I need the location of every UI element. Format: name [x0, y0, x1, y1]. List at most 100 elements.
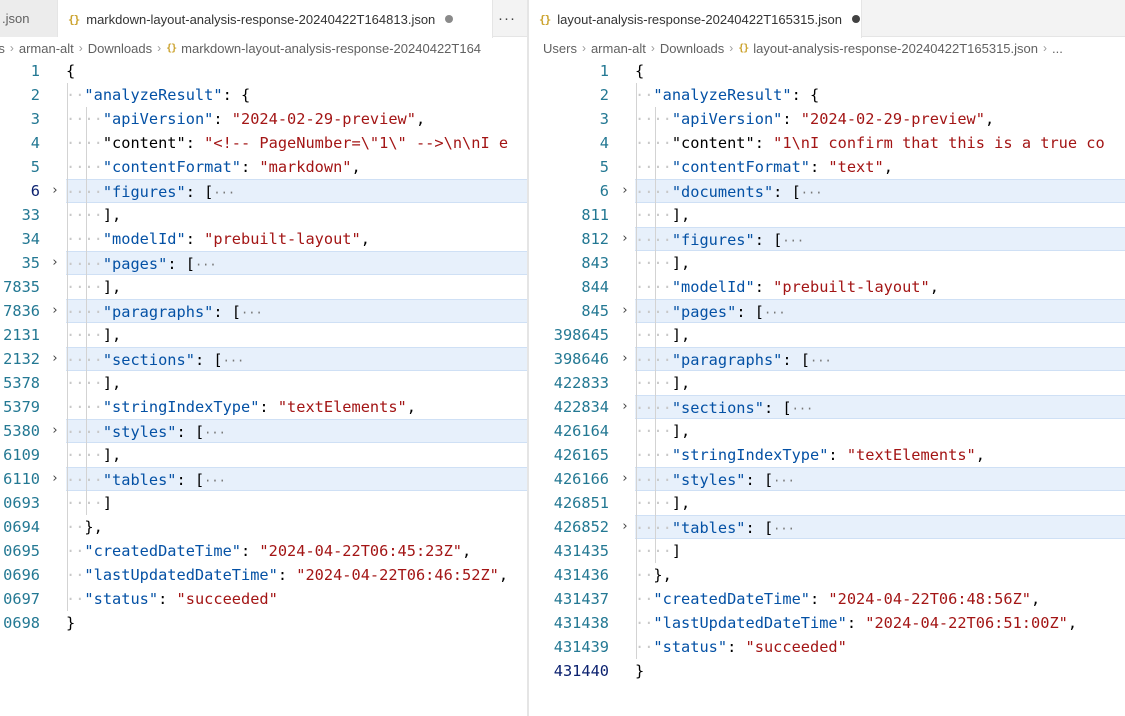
code-line[interactable]: 843 ····], [529, 251, 1125, 275]
code-line[interactable]: 0695 ··"createdDateTime": "2024-04-22T06:… [0, 539, 528, 563]
code-line[interactable]: 4 ····"content": "<!-- PageNumber=\"1\" -… [0, 131, 528, 155]
folded-code-line[interactable]: 398646 › ····"paragraphs": [··· [529, 347, 1125, 371]
code-line[interactable]: 2 ··"analyzeResult": { [0, 83, 528, 107]
code-line[interactable]: 5 ····"contentFormat": "markdown", [0, 155, 528, 179]
folded-ellipsis-icon[interactable]: ··· [792, 402, 814, 416]
code-line[interactable]: 34 ····"modelId": "prebuilt-layout", [0, 227, 528, 251]
chevron-right-icon[interactable]: › [48, 299, 62, 323]
breadcrumb-item[interactable]: rs [0, 41, 5, 56]
folded-code-line[interactable]: 426852 › ····"tables": [··· [529, 515, 1125, 539]
code-line[interactable]: 422833 ····], [529, 371, 1125, 395]
breadcrumb-item[interactable]: Downloads [88, 41, 152, 56]
folded-code-line[interactable]: 7836 › ····"paragraphs": [··· [0, 299, 528, 323]
code-line[interactable]: 6109 ····], [0, 443, 528, 467]
line-number: 3 [30, 110, 40, 128]
code-line[interactable]: 7835 ····], [0, 275, 528, 299]
chevron-right-icon[interactable]: › [48, 467, 62, 491]
folded-ellipsis-icon[interactable]: ··· [773, 474, 795, 488]
breadcrumb-item[interactable]: ... [1052, 41, 1063, 56]
chevron-right-icon[interactable]: › [618, 467, 632, 491]
indent-whitespace: ···· [635, 158, 672, 176]
code-editor-right[interactable]: 1{2 ··"analyzeResult": {3 ····"apiVersion"… [529, 58, 1125, 716]
tab-layout-analysis[interactable]: {} layout-analysis-response-20240422T165… [529, 0, 862, 38]
code-line[interactable]: 426165 ····"stringIndexType": "textElemen… [529, 443, 1125, 467]
tab-json-file[interactable]: .json [0, 0, 58, 37]
unsaved-dot-icon[interactable] [852, 15, 860, 23]
code-line[interactable]: 431436 ··}, [529, 563, 1125, 587]
folded-code-line[interactable]: 35 › ····"pages": [··· [0, 251, 528, 275]
line-number: 431439 [553, 638, 609, 656]
chevron-right-icon[interactable]: › [618, 347, 632, 371]
folded-code-line[interactable]: 422834 › ····"sections": [··· [529, 395, 1125, 419]
folded-ellipsis-icon[interactable]: ··· [195, 258, 217, 272]
code-line[interactable]: 5 ····"contentFormat": "text", [529, 155, 1125, 179]
folded-code-line[interactable]: 2132 › ····"sections": [··· [0, 347, 528, 371]
folded-ellipsis-icon[interactable]: ··· [213, 186, 235, 200]
code-line[interactable]: 5379 ····"stringIndexType": "textElements… [0, 395, 528, 419]
breadcrumb-item[interactable]: arman-alt [19, 41, 74, 56]
code-line[interactable]: 0697 ··"status": "succeeded" [0, 587, 528, 611]
folded-ellipsis-icon[interactable]: ··· [801, 186, 823, 200]
code-line[interactable]: 426164 ····], [529, 419, 1125, 443]
folded-ellipsis-icon[interactable]: ··· [773, 522, 795, 536]
code-line[interactable]: 431440} [529, 659, 1125, 683]
chevron-right-icon[interactable]: › [48, 419, 62, 443]
code-text: ····"modelId": "prebuilt-layout", [635, 275, 1125, 299]
code-line[interactable]: 33 ····], [0, 203, 528, 227]
code-line[interactable]: 431437 ··"createdDateTime": "2024-04-22T0… [529, 587, 1125, 611]
code-line[interactable]: 3 ····"apiVersion": "2024-02-29-preview", [529, 107, 1125, 131]
folded-code-line[interactable]: 6 › ····"figures": [··· [0, 179, 528, 203]
code-line[interactable]: 431438 ··"lastUpdatedDateTime": "2024-04-… [529, 611, 1125, 635]
breadcrumb-item[interactable]: Users [543, 41, 577, 56]
chevron-right-icon[interactable]: › [618, 395, 632, 419]
more-actions-button[interactable]: ··· [490, 0, 524, 37]
code-line[interactable]: 426851 ····], [529, 491, 1125, 515]
code-editor-left[interactable]: 1{2 ··"analyzeResult": {3 ····"apiVersion"… [0, 58, 528, 716]
folded-ellipsis-icon[interactable]: ··· [204, 474, 226, 488]
folded-ellipsis-icon[interactable]: ··· [810, 354, 832, 368]
folded-code-line[interactable]: 6 › ····"documents": [··· [529, 179, 1125, 203]
chevron-right-icon[interactable]: › [48, 179, 62, 203]
folded-ellipsis-icon[interactable]: ··· [764, 306, 786, 320]
code-line[interactable]: 1{ [529, 59, 1125, 83]
folded-code-line[interactable]: 6110 › ····"tables": [··· [0, 467, 528, 491]
code-line[interactable]: 811 ····], [529, 203, 1125, 227]
breadcrumb-item[interactable]: Downloads [660, 41, 724, 56]
code-line[interactable]: 0696 ··"lastUpdatedDateTime": "2024-04-22… [0, 563, 528, 587]
code-line[interactable]: 431439 ··"status": "succeeded" [529, 635, 1125, 659]
code-line[interactable]: 2 ··"analyzeResult": { [529, 83, 1125, 107]
code-line[interactable]: 0693 ····] [0, 491, 528, 515]
code-line[interactable]: 4 ····"content": "1\nI confirm that this … [529, 131, 1125, 155]
code-text: ····], [66, 443, 528, 467]
code-line[interactable]: 3 ····"apiVersion": "2024-02-29-preview", [0, 107, 528, 131]
indent-guide [66, 395, 68, 419]
folded-ellipsis-icon[interactable]: ··· [204, 426, 226, 440]
code-line[interactable]: 431435 ····] [529, 539, 1125, 563]
code-line[interactable]: 0698} [0, 611, 528, 635]
code-line[interactable]: 2131 ····], [0, 323, 528, 347]
folded-code-line[interactable]: 426166 › ····"styles": [··· [529, 467, 1125, 491]
code-line[interactable]: 844 ····"modelId": "prebuilt-layout", [529, 275, 1125, 299]
chevron-right-icon[interactable]: › [618, 299, 632, 323]
indent-whitespace: ···· [66, 230, 103, 248]
unsaved-dot-icon[interactable] [445, 15, 454, 23]
breadcrumb-item[interactable]: markdown-layout-analysis-response-202404… [181, 41, 481, 56]
chevron-right-icon[interactable]: › [618, 179, 632, 203]
chevron-right-icon[interactable]: › [618, 227, 632, 251]
code-line[interactable]: 398645 ····], [529, 323, 1125, 347]
folded-ellipsis-icon[interactable]: ··· [223, 354, 245, 368]
breadcrumb-item[interactable]: arman-alt [591, 41, 646, 56]
chevron-right-icon[interactable]: › [48, 347, 62, 371]
folded-code-line[interactable]: 845 › ····"pages": [··· [529, 299, 1125, 323]
code-line[interactable]: 5378 ····], [0, 371, 528, 395]
folded-code-line[interactable]: 812 › ····"figures": [··· [529, 227, 1125, 251]
chevron-right-icon[interactable]: › [48, 251, 62, 275]
chevron-right-icon[interactable]: › [618, 515, 632, 539]
code-line[interactable]: 1{ [0, 59, 528, 83]
code-line[interactable]: 0694 ··}, [0, 515, 528, 539]
tab-markdown-layout-analysis[interactable]: {} markdown-layout-analysis-response-202… [58, 0, 493, 38]
folded-ellipsis-icon[interactable]: ··· [782, 234, 804, 248]
breadcrumb-item[interactable]: layout-analysis-response-20240422T165315… [753, 41, 1038, 56]
folded-code-line[interactable]: 5380 › ····"styles": [··· [0, 419, 528, 443]
folded-ellipsis-icon[interactable]: ··· [241, 306, 263, 320]
